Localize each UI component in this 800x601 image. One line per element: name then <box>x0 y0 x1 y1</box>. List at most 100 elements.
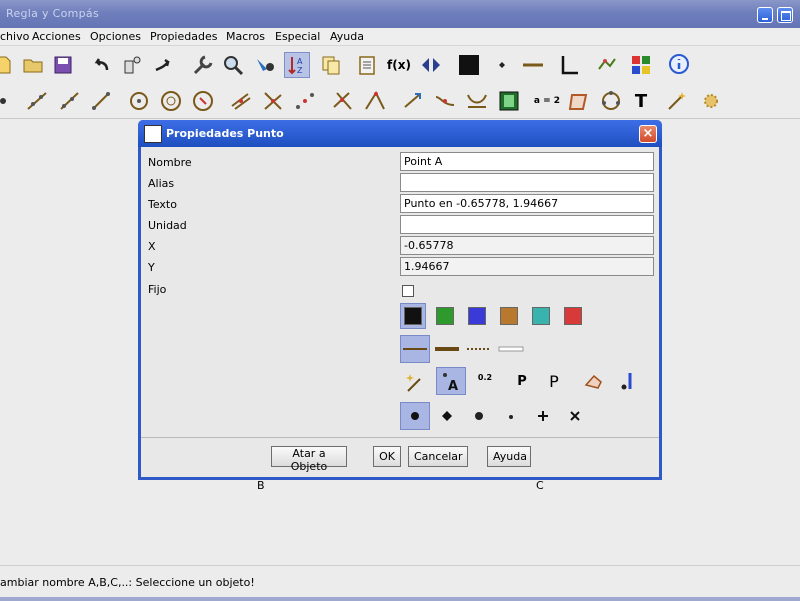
menu-archivo[interactable]: chivo <box>0 30 29 43</box>
point-shape-cross[interactable] <box>528 402 558 430</box>
ray-tool-icon[interactable] <box>56 88 82 114</box>
circle3-tool-icon[interactable] <box>158 88 184 114</box>
plain-p-label: P <box>549 371 559 391</box>
bold-label-option[interactable]: P <box>507 367 537 395</box>
menu-especial[interactable]: Especial <box>275 30 320 43</box>
window-title: Regla y Compás <box>6 7 99 20</box>
color-swatch-teal[interactable] <box>528 303 554 329</box>
zoom-icon[interactable] <box>220 52 246 78</box>
attach-to-object-button[interactable]: Atar a Objeto <box>271 446 347 473</box>
grid-colors-icon[interactable] <box>628 52 654 78</box>
status-bar: ambiar nombre A,B,C,..: Seleccione un ob… <box>0 565 800 601</box>
line-style-invisible[interactable] <box>496 335 526 363</box>
line-style-thick[interactable] <box>432 335 462 363</box>
midpoint-tool-icon[interactable] <box>292 88 318 114</box>
circle-tool-icon[interactable] <box>126 88 152 114</box>
minimize-button[interactable] <box>757 7 773 23</box>
color-swatch-blue[interactable] <box>464 303 490 329</box>
circle-icon <box>475 412 483 420</box>
point-shape-circle[interactable] <box>464 402 494 430</box>
menu-opciones[interactable]: Opciones <box>90 30 141 43</box>
open-folder-icon[interactable] <box>20 52 46 78</box>
bold-p-label: P <box>517 373 527 389</box>
large-label-option[interactable]: P <box>539 367 569 395</box>
menu-propiedades[interactable]: Propiedades <box>150 30 217 43</box>
menu-acciones[interactable]: Acciones <box>32 30 81 43</box>
decimals-label: 0.2 <box>477 372 493 382</box>
axes-icon[interactable] <box>556 52 582 78</box>
color-black-icon[interactable] <box>456 52 482 78</box>
info-icon[interactable] <box>666 52 692 78</box>
menu-macros[interactable]: Macros <box>226 30 265 43</box>
alias-field[interactable] <box>400 173 654 192</box>
point-style-icon[interactable] <box>488 52 514 78</box>
wrench-icon[interactable] <box>190 52 216 78</box>
menu-bar: chivo Acciones Opciones Propiedades Macr… <box>0 28 800 46</box>
point-label-c[interactable]: C <box>536 479 544 492</box>
delete-icon[interactable] <box>118 52 144 78</box>
settings-gear-icon[interactable] <box>698 88 724 114</box>
ok-button[interactable]: OK <box>373 446 401 467</box>
function-icon[interactable]: f(x) <box>386 52 412 78</box>
expression-tool[interactable]: a = 2 <box>532 88 562 114</box>
close-button[interactable]: × <box>639 125 657 143</box>
copy-icon[interactable] <box>318 52 344 78</box>
animation-tool-icon[interactable] <box>496 88 522 114</box>
perpendicular-tool-icon[interactable] <box>260 88 286 114</box>
reflection-tool-icon[interactable] <box>464 88 490 114</box>
segment-tool-icon[interactable] <box>24 88 50 114</box>
compass-icon <box>144 125 162 143</box>
new-file-icon[interactable] <box>0 52 16 78</box>
mirror-icon[interactable] <box>418 52 444 78</box>
undo-icon[interactable] <box>88 52 114 78</box>
line-style-dotted[interactable] <box>464 335 494 363</box>
help-button[interactable]: Ayuda <box>487 446 531 467</box>
line-tool-icon[interactable] <box>88 88 114 114</box>
y-field[interactable] <box>400 257 654 276</box>
point-shape-circle-large[interactable] <box>400 402 430 430</box>
bisector-tool-icon[interactable] <box>432 88 458 114</box>
circle-center-tool-icon[interactable] <box>190 88 216 114</box>
layer-option-icon[interactable] <box>611 367 641 395</box>
intersection-tool-icon[interactable] <box>330 88 356 114</box>
menu-ayuda[interactable]: Ayuda <box>330 30 364 43</box>
point-shape-x[interactable] <box>560 402 590 430</box>
color-swatch-brown[interactable] <box>496 303 522 329</box>
macro-icon[interactable] <box>594 52 620 78</box>
wand-option-icon[interactable] <box>400 369 430 397</box>
text-tool[interactable]: T <box>628 88 654 114</box>
decimals-option[interactable]: 0.2 <box>468 367 502 395</box>
fill-option-icon[interactable] <box>579 367 609 395</box>
parallel-tool-icon[interactable] <box>228 88 254 114</box>
point-tool-icon[interactable] <box>0 88 16 114</box>
angle-tool-icon[interactable] <box>362 88 388 114</box>
clipboard-icon[interactable] <box>354 52 380 78</box>
show-name-option-icon[interactable]: A <box>436 367 466 395</box>
line-style-normal[interactable] <box>400 335 430 363</box>
point-shape-small[interactable] <box>496 402 526 430</box>
polygon-points-tool-icon[interactable] <box>598 88 624 114</box>
color-swatch-black[interactable] <box>400 303 426 329</box>
line-style-icon[interactable] <box>520 52 546 78</box>
fixed-checkbox[interactable] <box>402 285 414 297</box>
point-label-b[interactable]: B <box>257 479 265 492</box>
point-shape-diamond[interactable] <box>432 402 462 430</box>
dialog-title-bar[interactable]: Propiedades Punto × <box>138 120 662 147</box>
color-swatch-red[interactable] <box>560 303 586 329</box>
maximize-button[interactable] <box>777 7 793 23</box>
sort-icon[interactable]: AZ <box>284 52 310 78</box>
polygon-tool-icon[interactable] <box>566 88 592 114</box>
magic-wand-icon[interactable] <box>664 88 690 114</box>
color-swatch-green[interactable] <box>432 303 458 329</box>
x-field[interactable] <box>400 236 654 255</box>
unit-field[interactable] <box>400 215 654 234</box>
pointer-tool-icon[interactable] <box>252 52 278 78</box>
text-field[interactable] <box>400 194 654 213</box>
cancel-button[interactable]: Cancelar <box>408 446 468 467</box>
redo-icon[interactable] <box>150 52 176 78</box>
save-icon[interactable] <box>50 52 76 78</box>
name-field[interactable] <box>400 152 654 171</box>
move-tool-icon[interactable] <box>400 88 426 114</box>
diamond-icon <box>442 411 452 421</box>
window-title-bar: Regla y Compás <box>0 0 800 28</box>
